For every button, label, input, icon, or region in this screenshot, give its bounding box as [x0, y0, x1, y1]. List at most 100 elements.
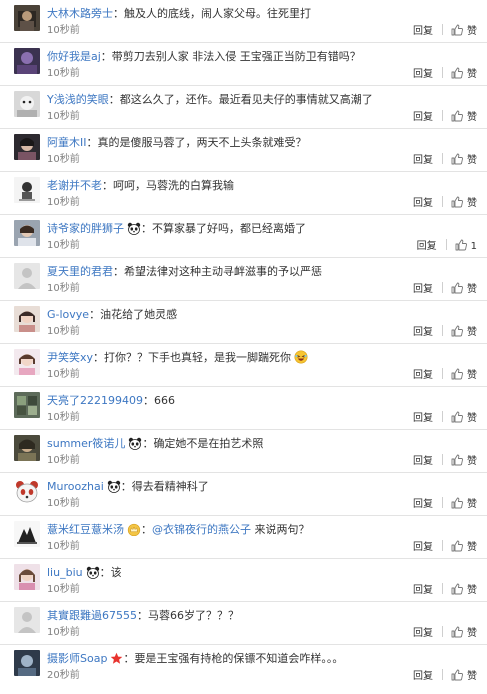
- reply-button[interactable]: 回复: [413, 413, 433, 424]
- comment-colon: ：: [93, 351, 105, 364]
- comment-colon: ：: [137, 609, 148, 622]
- reply-button[interactable]: 回复: [413, 284, 433, 295]
- reply-button[interactable]: 回复: [417, 241, 437, 252]
- like-button[interactable]: 赞: [451, 153, 477, 166]
- thumbs-up-icon: [451, 24, 463, 36]
- like-button[interactable]: 赞: [451, 540, 477, 553]
- comment-row: 夏天里的君君：希望法律对这种主动寻衅滋事的予以严惩 10秒前 回复 赞: [0, 258, 487, 301]
- reply-button[interactable]: 回复: [413, 327, 433, 338]
- comment-username[interactable]: 诗爷家的胖狮子: [47, 222, 124, 235]
- avatar[interactable]: [14, 177, 40, 203]
- comment-row: summer筱诺儿 ：确定她不是在拍艺术照 10秒前 回复 赞: [0, 430, 487, 473]
- like-button[interactable]: 赞: [451, 325, 477, 338]
- like-count: 赞: [467, 69, 477, 80]
- comment-username[interactable]: Y浅浅的笑眼: [47, 93, 109, 106]
- avatar[interactable]: [14, 91, 40, 117]
- comment-row: 诗爷家的胖狮子 ：不算家暴了好吗，都已经离婚了 10秒前 回复 1: [0, 215, 487, 258]
- like-button[interactable]: 赞: [451, 583, 477, 596]
- reply-button[interactable]: 回复: [413, 198, 433, 209]
- comment-username[interactable]: 阿童木II: [47, 136, 87, 149]
- reply-button[interactable]: 回复: [413, 26, 433, 37]
- panda-badge-icon: [127, 222, 141, 235]
- like-button[interactable]: 赞: [451, 411, 477, 424]
- avatar[interactable]: [14, 263, 40, 289]
- comment-time: 20秒前: [47, 670, 80, 681]
- like-button[interactable]: 赞: [451, 282, 477, 295]
- avatar[interactable]: [14, 134, 40, 160]
- comment-username[interactable]: 你好我是aj: [47, 50, 101, 63]
- avatar[interactable]: [14, 435, 40, 461]
- comment-row: 大林木路旁士：触及人的底线，闹人家父母。往死里打 10秒前 回复 赞: [0, 0, 487, 43]
- comment-username[interactable]: 尹笑笑xy: [47, 351, 93, 364]
- comment-username[interactable]: Muroozhai: [47, 480, 104, 493]
- like-button[interactable]: 1: [455, 239, 477, 252]
- avatar[interactable]: [14, 48, 40, 74]
- comment-time: 10秒前: [47, 326, 80, 337]
- reply-button[interactable]: 回复: [413, 456, 433, 467]
- reply-button[interactable]: 回复: [413, 671, 433, 682]
- avatar[interactable]: [14, 478, 40, 504]
- comment-username[interactable]: 大林木路旁士: [47, 7, 113, 20]
- comment-row: 摄影师Soap ：要是王宝强有持枪的保镖不知道会咋样。。。 20秒前 回复 赞: [0, 645, 487, 688]
- comment-username[interactable]: 老谢并不老: [47, 179, 102, 192]
- comment-username[interactable]: liu_biu: [47, 566, 83, 579]
- comment-mention-link[interactable]: @衣锦夜行的燕公子: [152, 523, 251, 536]
- comment-row: Y浅浅的笑眼：都这么久了，还作。最近看见夫仔的事情就又高潮了 10秒前 回复 赞: [0, 86, 487, 129]
- comment-text: 打你？？下手也真轻，是我一脚踹死你: [104, 351, 292, 364]
- comment-colon: ：: [143, 394, 154, 407]
- divider: [442, 110, 443, 121]
- like-count: 赞: [467, 456, 477, 467]
- like-button[interactable]: 赞: [451, 110, 477, 123]
- reply-button[interactable]: 回复: [413, 370, 433, 381]
- comment-username[interactable]: 摄影师Soap: [47, 652, 107, 665]
- comment-colon: ：: [142, 437, 154, 450]
- avatar[interactable]: [14, 521, 40, 547]
- reply-button[interactable]: 回复: [413, 155, 433, 166]
- avatar[interactable]: [14, 650, 40, 676]
- like-button[interactable]: 赞: [451, 368, 477, 381]
- comment-username[interactable]: 其實跟難過67555: [47, 609, 137, 622]
- like-count: 赞: [467, 112, 477, 123]
- divider: [442, 67, 443, 78]
- comment-username[interactable]: G-lovye: [47, 308, 89, 321]
- reply-button[interactable]: 回复: [413, 499, 433, 510]
- comment-time: 10秒前: [47, 412, 80, 423]
- panda-badge-icon: [86, 566, 100, 579]
- avatar[interactable]: [14, 5, 40, 31]
- divider: [442, 583, 443, 594]
- comment-row: 天亮了222199409：666 10秒前 回复 赞: [0, 387, 487, 430]
- avatar[interactable]: [14, 392, 40, 418]
- like-button[interactable]: 赞: [451, 626, 477, 639]
- reply-button[interactable]: 回复: [413, 112, 433, 123]
- comment-row: 其實跟難過67555：马蓉66岁了？？？ 10秒前 回复 赞: [0, 602, 487, 645]
- reply-button[interactable]: 回复: [413, 585, 433, 596]
- like-count: 赞: [467, 499, 477, 510]
- like-button[interactable]: 赞: [451, 669, 477, 682]
- like-button[interactable]: 赞: [451, 24, 477, 37]
- divider: [442, 540, 443, 551]
- like-count: 赞: [467, 155, 477, 166]
- comment-username[interactable]: 薏米红豆薏米汤: [47, 523, 124, 536]
- divider: [442, 368, 443, 379]
- comment-username[interactable]: summer筱诺儿: [47, 437, 125, 450]
- comment-time: 10秒前: [47, 283, 80, 294]
- like-button[interactable]: 赞: [451, 67, 477, 80]
- comment-text: 马蓉66岁了？？？: [148, 609, 239, 622]
- thumbs-up-icon: [451, 368, 463, 380]
- like-button[interactable]: 赞: [451, 196, 477, 209]
- reply-button[interactable]: 回复: [413, 628, 433, 639]
- reply-button[interactable]: 回复: [413, 542, 433, 553]
- comment-username[interactable]: 天亮了222199409: [47, 394, 143, 407]
- like-count: 赞: [467, 198, 477, 209]
- like-button[interactable]: 赞: [451, 454, 477, 467]
- comment-text: 油花给了她灵感: [100, 308, 178, 321]
- avatar[interactable]: [14, 564, 40, 590]
- avatar[interactable]: [14, 349, 40, 375]
- like-button[interactable]: 赞: [451, 497, 477, 510]
- avatar[interactable]: [14, 607, 40, 633]
- reply-button[interactable]: 回复: [413, 69, 433, 80]
- avatar[interactable]: [14, 306, 40, 332]
- avatar[interactable]: [14, 220, 40, 246]
- like-count: 赞: [467, 542, 477, 553]
- comment-username[interactable]: 夏天里的君君: [47, 265, 113, 278]
